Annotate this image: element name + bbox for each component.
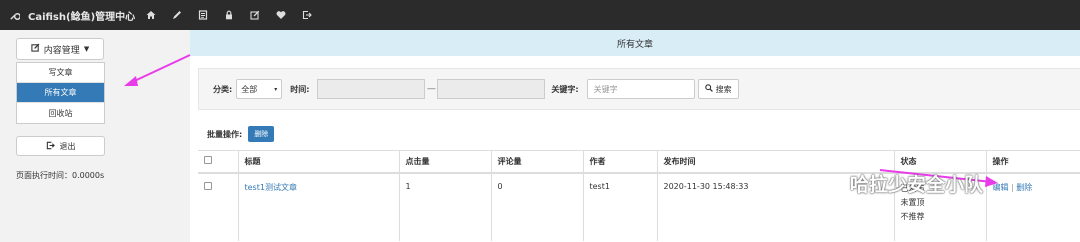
start-date-input[interactable]	[317, 79, 426, 99]
row-select-cell	[198, 172, 238, 241]
bulk-label: 批量操作:	[207, 129, 243, 139]
logout-icon	[46, 141, 55, 152]
col-actions[interactable]: 操作	[985, 150, 1080, 174]
edit-icon[interactable]	[242, 0, 268, 30]
dropdown-label: 内容管理	[43, 45, 80, 56]
select-all-cell	[198, 150, 238, 174]
select-arrows-icon: ▾	[274, 85, 278, 93]
wrench-icon	[6, 10, 22, 21]
article-title-link[interactable]: test1测试文章	[245, 183, 297, 192]
action-separator: |	[1011, 182, 1014, 192]
keyword-input[interactable]: 关键字	[586, 79, 695, 99]
category-value: 全部	[241, 84, 258, 94]
delete-link[interactable]: 删除	[1016, 183, 1032, 192]
home-icon[interactable]	[138, 0, 164, 30]
main-content: 所有文章 分类: 全部 ▾ 时间: — 关键字: 关键字 搜索 批量操作: 删除…	[190, 30, 1080, 242]
search-icon	[704, 84, 713, 94]
lock-icon[interactable]	[216, 0, 242, 30]
heart-icon[interactable]	[268, 0, 294, 30]
edit-icon	[31, 43, 40, 55]
col-comments[interactable]: 评论量	[490, 150, 583, 174]
select-all-checkbox[interactable]	[204, 156, 212, 165]
app-title: Caifish(鲶鱼)管理中心	[28, 11, 136, 23]
menu-item-all-articles[interactable]: 所有文章	[17, 83, 104, 103]
category-select[interactable]: 全部 ▾	[236, 79, 283, 99]
edit-link[interactable]: 编辑	[993, 183, 1009, 192]
bulk-actions: 批量操作: 删除	[207, 126, 275, 142]
list-icon[interactable]	[190, 0, 216, 30]
dropdown-menu: 写文章 所有文章 回收站	[16, 62, 105, 124]
wechat-logo-icon	[818, 174, 844, 194]
search-button[interactable]: 搜索	[697, 79, 739, 99]
logout-icon[interactable]	[294, 0, 320, 30]
end-date-input[interactable]	[437, 79, 546, 99]
page-exec-time: 页面执行时间：0.0000s	[16, 171, 105, 180]
col-clicks[interactable]: 点击量	[398, 150, 491, 174]
pencil-icon[interactable]	[164, 0, 190, 30]
top-navbar: Caifish(鲶鱼)管理中心	[0, 0, 1080, 30]
menu-item-recycle-bin[interactable]: 回收站	[17, 103, 104, 123]
row-checkbox[interactable]	[204, 181, 212, 190]
search-label: 搜索	[715, 84, 732, 94]
filter-bar: 分类: 全部 ▾ 时间: — 关键字: 关键字 搜索	[198, 68, 1080, 110]
logout-button[interactable]: 退出	[16, 136, 105, 156]
logout-label: 退出	[59, 141, 76, 151]
menu-item-write-article[interactable]: 写文章	[17, 63, 104, 83]
bulk-delete-button[interactable]: 删除	[248, 126, 275, 142]
watermark-text: 哈拉少安全小队	[850, 174, 984, 196]
col-author[interactable]: 作者	[582, 150, 657, 174]
article-author: test1	[582, 172, 657, 241]
article-comments: 0	[490, 172, 583, 241]
status-recommended: 不推荐	[900, 211, 925, 221]
content-management-dropdown[interactable]: 内容管理 ▼	[16, 38, 104, 60]
brand[interactable]: Caifish(鲶鱼)管理中心	[0, 8, 138, 23]
article-actions: 编辑 | 删除	[985, 172, 1080, 241]
watermark: 哈拉少安全小队	[818, 170, 983, 197]
date-range-dash: —	[426, 84, 436, 94]
status-pinned: 未置顶	[900, 197, 925, 207]
keyword-label: 关键字:	[551, 84, 579, 94]
col-title[interactable]: 标题	[237, 150, 399, 174]
sidebar: 内容管理 ▼ 写文章 所有文章 回收站 退出 页面执行时间：0.0000s	[0, 30, 190, 242]
category-label: 分类:	[213, 84, 233, 94]
article-clicks: 1	[398, 172, 491, 241]
time-label: 时间:	[290, 84, 310, 94]
caret-down-icon: ▼	[83, 45, 90, 53]
page-title: 所有文章	[190, 30, 1080, 56]
